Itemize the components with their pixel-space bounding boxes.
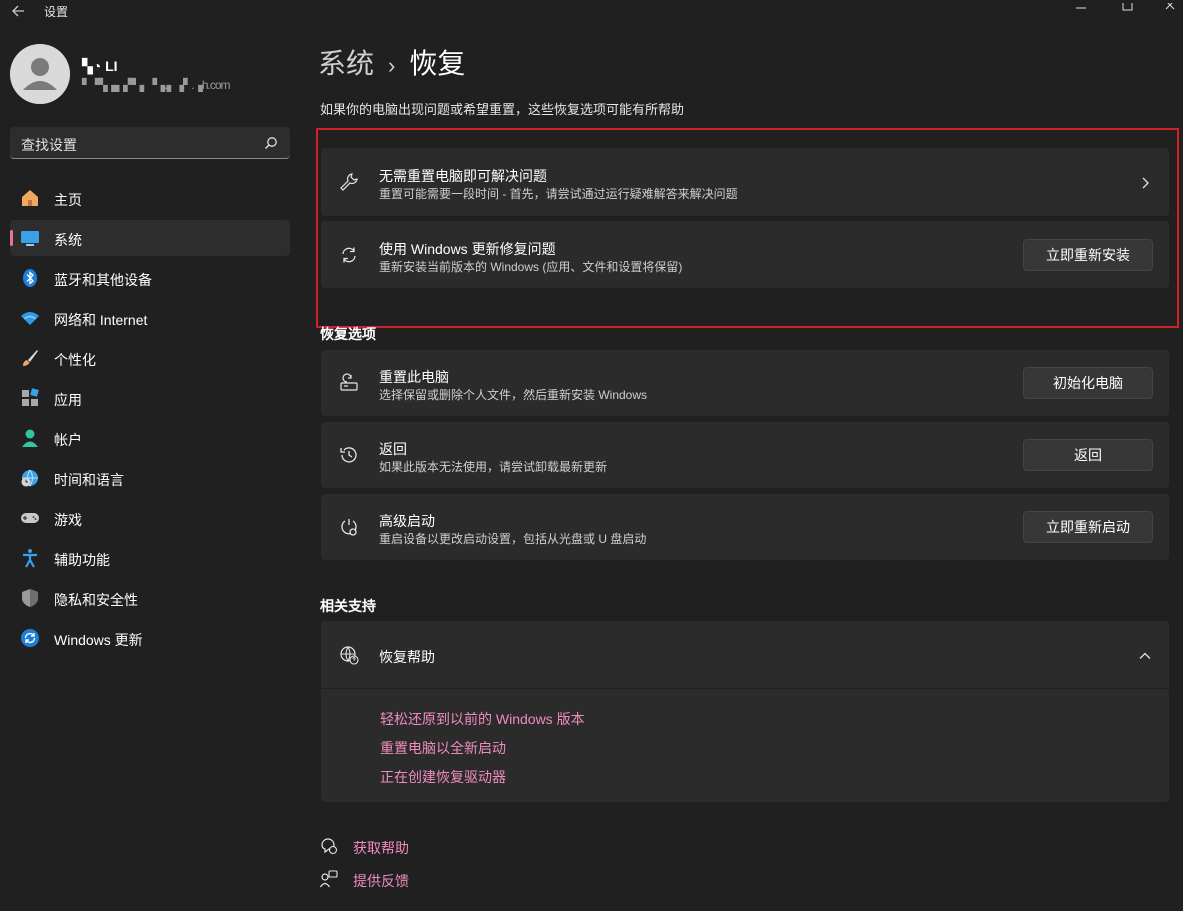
reset-pc-icon	[339, 373, 359, 393]
go-back-button[interactable]: 返回	[1023, 439, 1153, 471]
chevron-up-icon[interactable]	[1139, 649, 1151, 661]
system-icon	[20, 228, 40, 248]
get-help-icon	[320, 837, 338, 855]
user-email: ▘▝▚▗▖▞▘▖▝▗.▖▗▘.▗h.com	[82, 78, 231, 92]
card-title: 重置此电脑	[379, 369, 449, 385]
sidebar-item-label: 蓝牙和其他设备	[54, 272, 152, 288]
sidebar-item-time-language[interactable]: 时间和语言	[10, 460, 290, 496]
sidebar-item-label: 游戏	[54, 512, 82, 528]
sidebar-item-label: 时间和语言	[54, 472, 124, 488]
sidebar-item-network[interactable]: 网络和 Internet	[10, 300, 290, 336]
help-link[interactable]: 轻松还原到以前的 Windows 版本	[380, 709, 585, 729]
search-input[interactable]: 查找设置	[10, 127, 290, 159]
home-icon	[20, 188, 40, 208]
globe-help-icon	[339, 645, 359, 665]
sidebar-item-personalization[interactable]: 个性化	[10, 340, 290, 376]
sidebar-item-label: 网络和 Internet	[54, 312, 148, 328]
shield-icon	[20, 588, 40, 608]
sidebar-item-label: 隐私和安全性	[54, 592, 138, 608]
gamepad-icon	[20, 508, 40, 528]
sidebar-item-label: Windows 更新	[54, 632, 143, 648]
sidebar-item-gaming[interactable]: 游戏	[10, 500, 290, 536]
accessibility-icon	[20, 548, 40, 568]
sidebar-item-label: 辅助功能	[54, 552, 110, 568]
maximize-icon[interactable]	[1117, 0, 1139, 11]
recovery-options-heading: 恢复选项	[320, 326, 376, 342]
apps-icon	[20, 388, 40, 408]
card-desc: 选择保留或删除个人文件，然后重新安装 Windows	[379, 388, 648, 402]
history-icon	[339, 445, 359, 465]
sidebar-item-windows-update[interactable]: Windows 更新	[10, 620, 290, 656]
sidebar-item-label: 帐户	[54, 432, 82, 448]
globe-clock-icon	[20, 468, 40, 488]
help-link[interactable]: 正在创建恢复驱动器	[380, 767, 506, 787]
account-icon	[20, 428, 40, 448]
search-placeholder: 查找设置	[21, 137, 77, 153]
get-help-link[interactable]: 获取帮助	[353, 838, 409, 858]
sidebar-item-label: 系统	[54, 232, 82, 248]
card-title: 返回	[379, 441, 407, 457]
bluetooth-icon	[20, 268, 40, 288]
restart-now-button[interactable]: 立即重新启动	[1023, 511, 1153, 543]
title-bar: 设置	[0, 0, 1183, 24]
sidebar-item-bluetooth[interactable]: 蓝牙和其他设备	[10, 260, 290, 296]
sidebar-item-system[interactable]: 系统	[10, 220, 290, 256]
highlight-annotation	[316, 128, 1179, 328]
back-arrow-icon[interactable]	[10, 2, 28, 20]
card-desc: 如果此版本无法使用，请尝试卸载最新更新	[379, 460, 608, 474]
related-support-heading: 相关支持	[320, 598, 376, 614]
wifi-icon	[20, 308, 40, 328]
feedback-link[interactable]: 提供反馈	[353, 871, 409, 891]
user-name: ▚◔ LI	[82, 58, 118, 74]
search-icon[interactable]	[264, 136, 278, 150]
avatar	[10, 44, 70, 104]
page-subtitle: 如果你的电脑出现问题或希望重置，这些恢复选项可能有所帮助	[320, 102, 685, 117]
recovery-help-panel: 恢复帮助 轻松还原到以前的 Windows 版本 重置电脑以全新启动 正在创建恢…	[321, 621, 1169, 802]
card-desc: 重启设备以更改启动设置，包括从光盘或 U 盘启动	[379, 532, 647, 546]
sidebar-item-label: 应用	[54, 392, 82, 408]
recovery-help-header[interactable]: 恢复帮助	[321, 621, 1169, 688]
advanced-startup-icon	[339, 517, 359, 537]
reset-pc-card: 重置此电脑 选择保留或删除个人文件，然后重新安装 Windows 初始化电脑	[321, 350, 1169, 416]
app-title: 设置	[44, 5, 69, 19]
sidebar-item-accessibility[interactable]: 辅助功能	[10, 540, 290, 576]
go-back-card: 返回 如果此版本无法使用，请尝试卸载最新更新 返回	[321, 422, 1169, 488]
sidebar-item-privacy[interactable]: 隐私和安全性	[10, 580, 290, 616]
minimize-icon[interactable]	[1070, 0, 1092, 10]
sidebar-nav: 主页 系统 蓝牙和其他设备 网络和 Internet 个性化 应用 帐户 时间和…	[10, 180, 290, 660]
close-icon[interactable]	[1160, 0, 1182, 10]
brush-icon	[20, 348, 40, 368]
sidebar-item-label: 个性化	[54, 352, 96, 368]
sidebar-item-accounts[interactable]: 帐户	[10, 420, 290, 456]
feedback-icon	[319, 870, 338, 888]
card-title: 恢复帮助	[379, 649, 435, 665]
sidebar-item-label: 主页	[54, 192, 82, 208]
sidebar-item-apps[interactable]: 应用	[10, 380, 290, 416]
update-icon	[20, 628, 40, 648]
breadcrumb-separator: ›	[388, 53, 396, 78]
card-title: 高级启动	[379, 513, 435, 529]
reset-pc-button[interactable]: 初始化电脑	[1023, 367, 1153, 399]
recovery-help-body: 轻松还原到以前的 Windows 版本 重置电脑以全新启动 正在创建恢复驱动器	[321, 689, 1169, 802]
breadcrumb-parent[interactable]: 系统	[318, 48, 374, 79]
advanced-startup-card: 高级启动 重启设备以更改启动设置，包括从光盘或 U 盘启动 立即重新启动	[321, 494, 1169, 560]
breadcrumb: 系统 › 恢复	[318, 42, 465, 82]
help-link[interactable]: 重置电脑以全新启动	[380, 738, 506, 758]
page-title: 恢复	[409, 48, 466, 79]
sidebar-item-home[interactable]: 主页	[10, 180, 290, 216]
